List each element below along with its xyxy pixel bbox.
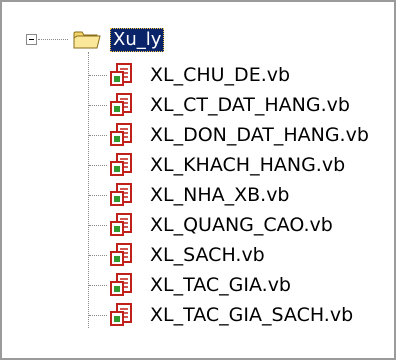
collapse-toggle[interactable] xyxy=(26,34,37,45)
vb-file-icon xyxy=(110,303,132,326)
tree-item-label: XL_NHA_XB.vb xyxy=(150,184,290,206)
tree-connector xyxy=(38,39,68,41)
tree-item-label: XL_TAC_GIA_SACH.vb xyxy=(150,304,354,326)
vb-file-icon xyxy=(110,123,132,146)
tree-item-label: XL_TAC_GIA.vb xyxy=(150,274,291,296)
tree-item[interactable]: XL_QUANG_CAO.vb xyxy=(108,210,333,240)
tree-item-label: XL_SACH.vb xyxy=(150,244,265,266)
file-tree: Xu_ly XL_CHU_DE.vb XL_CT_DAT_HANG.vb XL_DO… xyxy=(2,2,394,358)
tree-item[interactable]: XL_CHU_DE.vb xyxy=(108,60,290,90)
tree-connector xyxy=(89,315,107,317)
tree-item[interactable]: XL_TAC_GIA_SACH.vb xyxy=(108,300,353,330)
folder-icon[interactable] xyxy=(73,29,101,49)
tree-connector xyxy=(89,225,107,227)
solution-explorer-panel: Xu_ly XL_CHU_DE.vb XL_CT_DAT_HANG.vb XL_DO… xyxy=(0,0,396,360)
folder-label-xu-ly[interactable]: Xu_ly xyxy=(110,28,165,52)
tree-item-label: XL_DON_DAT_HANG.vb xyxy=(150,124,369,146)
vb-file-icon xyxy=(110,153,132,176)
tree-connector xyxy=(89,75,107,77)
tree-item-label: XL_KHACH_HANG.vb xyxy=(150,154,346,176)
tree-connector xyxy=(89,285,107,287)
tree-item-label: XL_CT_DAT_HANG.vb xyxy=(150,94,350,116)
vb-file-icon xyxy=(110,93,132,116)
vb-file-icon xyxy=(110,213,132,236)
tree-connector xyxy=(89,105,107,107)
vb-file-icon xyxy=(110,243,132,266)
tree-item[interactable]: XL_DON_DAT_HANG.vb xyxy=(108,120,369,150)
vb-file-icon xyxy=(110,63,132,86)
vb-file-icon xyxy=(110,273,132,296)
tree-item-label: XL_CHU_DE.vb xyxy=(150,64,291,86)
tree-item[interactable]: XL_NHA_XB.vb xyxy=(108,180,290,210)
tree-connector xyxy=(89,165,107,167)
tree-item[interactable]: XL_SACH.vb xyxy=(108,240,265,270)
tree-connector xyxy=(89,195,107,197)
tree-item[interactable]: XL_CT_DAT_HANG.vb xyxy=(108,90,350,120)
tree-connector xyxy=(89,255,107,257)
tree-connector xyxy=(89,135,107,137)
tree-item[interactable]: XL_KHACH_HANG.vb xyxy=(108,150,345,180)
tree-item[interactable]: XL_TAC_GIA.vb xyxy=(108,270,291,300)
tree-item-label: XL_QUANG_CAO.vb xyxy=(150,214,333,236)
vb-file-icon xyxy=(110,183,132,206)
